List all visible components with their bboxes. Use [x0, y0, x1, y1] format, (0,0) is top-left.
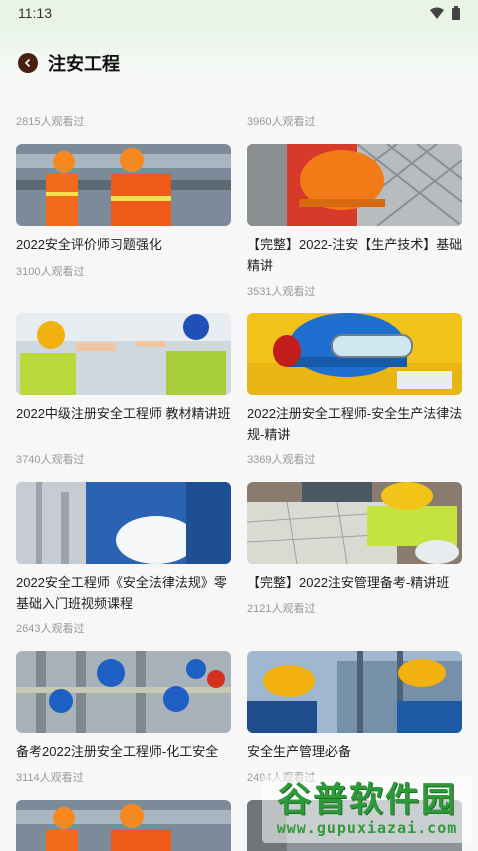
status-bar: 11:13	[0, 0, 478, 26]
course-views: 3740人观看过	[16, 454, 85, 466]
course-title[interactable]: 2022注册安全工程师-安全生产法律法规-精讲	[247, 403, 467, 445]
course-views: 3114人观看过	[16, 772, 84, 784]
course-title[interactable]: 2022中级注册安全工程师 教材精讲班	[16, 403, 236, 424]
chevron-left-icon	[24, 58, 31, 68]
course-views: 3100人观看过	[16, 266, 85, 278]
watermark-url: www.gupuxiazai.com	[276, 819, 458, 837]
watermark-text: 谷普软件园	[277, 780, 457, 820]
battery-icon	[452, 6, 460, 20]
course-views: 2121人观看过	[247, 603, 316, 615]
course-thumbnail[interactable]	[16, 482, 231, 564]
course-thumbnail[interactable]	[16, 144, 231, 226]
course-thumbnail[interactable]	[247, 651, 462, 733]
course-views: 3960人观看过	[247, 116, 316, 128]
course-title[interactable]: 2022安全评价师习题强化	[16, 234, 236, 255]
course-thumbnail[interactable]	[247, 313, 462, 395]
status-time: 11:13	[18, 5, 52, 21]
back-button[interactable]	[18, 53, 38, 73]
course-title[interactable]: 备考2022注册安全工程师-化工安全	[16, 741, 236, 762]
watermark-logo: 谷普软件园 www.gupuxiazai.com	[262, 775, 472, 843]
course-thumbnail[interactable]	[247, 144, 462, 226]
wifi-icon	[430, 7, 444, 19]
course-thumbnail[interactable]	[16, 313, 231, 395]
course-thumbnail[interactable]	[16, 651, 231, 733]
course-thumbnail[interactable]	[16, 800, 231, 851]
course-views: 3531人观看过	[247, 286, 316, 298]
course-views: 2643人观看过	[16, 623, 85, 635]
course-title[interactable]: 安全生产管理必备	[247, 741, 467, 762]
course-views: 2815人观看过	[16, 116, 85, 128]
course-title[interactable]: 2022安全工程师《安全法律法规》零基础入门班视频课程	[16, 572, 236, 614]
course-title[interactable]: 【完整】2022注安管理备考-精讲班	[247, 572, 467, 593]
status-icons	[430, 6, 460, 20]
course-views: 3369人观看过	[247, 454, 316, 466]
course-title[interactable]: 【完整】2022-注安【生产技术】基础精讲	[247, 234, 467, 276]
app-header: 注安工程	[0, 26, 478, 96]
course-thumbnail[interactable]	[247, 482, 462, 564]
page-title: 注安工程	[48, 54, 120, 74]
